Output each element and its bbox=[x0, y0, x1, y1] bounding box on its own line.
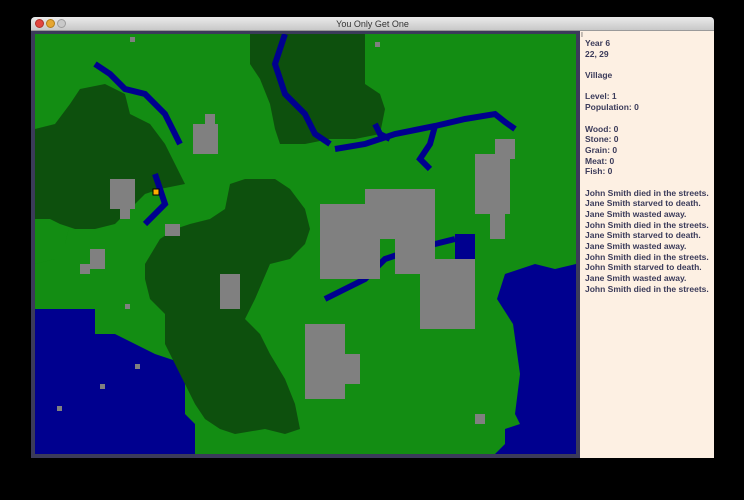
world-map[interactable] bbox=[35, 34, 576, 454]
population-label: Population: 0 bbox=[585, 102, 639, 113]
player-cursor[interactable] bbox=[152, 188, 160, 196]
title-bar: You Only Get One bbox=[31, 17, 714, 31]
game-window: You Only Get One I Year 6 22, 29 Village… bbox=[31, 17, 714, 458]
resource-meat: Meat: 0 bbox=[585, 155, 615, 166]
resource-stone: Stone: 0 bbox=[585, 134, 619, 145]
log-entry: John Smith died in the streets. bbox=[585, 283, 709, 294]
log-entry: Jane Smith starved to death. bbox=[585, 198, 701, 209]
lake bbox=[455, 234, 475, 262]
place-label: Village bbox=[585, 70, 613, 81]
log-entry: John Smith starved to death. bbox=[585, 262, 702, 273]
log-entry: John Smith died in the streets. bbox=[585, 251, 709, 262]
log-entry: Jane Smith wasted away. bbox=[585, 241, 687, 252]
log-entry: Jane Smith wasted away. bbox=[585, 209, 687, 219]
window-title: You Only Get One bbox=[336, 19, 409, 29]
text-caret: I bbox=[581, 32, 583, 39]
year-label: Year 6 bbox=[585, 38, 611, 48]
log-entry: John Smith died in the streets. bbox=[585, 219, 709, 230]
map-frame bbox=[31, 31, 580, 458]
resource-wood: Wood: 0 bbox=[585, 123, 619, 134]
resource-grain: Grain: 0 bbox=[585, 144, 618, 155]
resource-fish: Fish: 0 bbox=[585, 166, 613, 177]
log-entry: John Smith died in the streets. bbox=[585, 187, 709, 198]
log-entry: Jane Smith wasted away. bbox=[585, 273, 687, 284]
level-label: Level: 1 bbox=[585, 91, 617, 102]
status-panel: I Year 6 22, 29 Village Level: 1 Populat… bbox=[580, 31, 714, 458]
log-entry: Jane Smith starved to death. bbox=[585, 230, 701, 241]
coords-label: 22, 29 bbox=[585, 48, 609, 59]
